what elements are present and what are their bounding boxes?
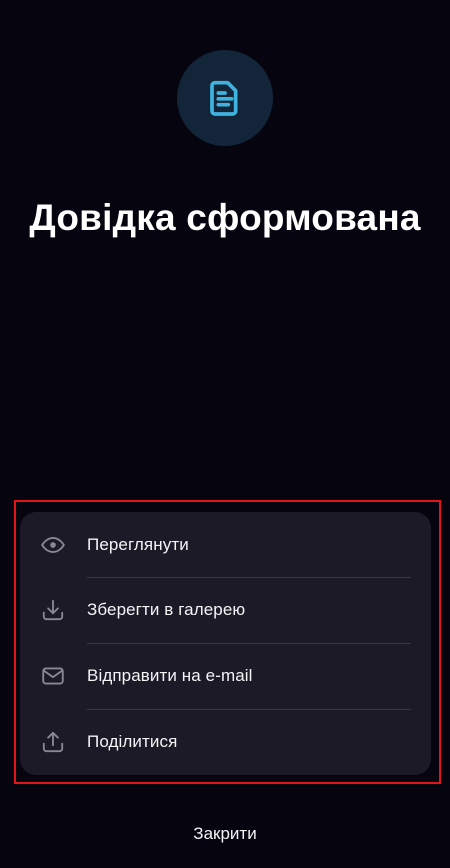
eye-icon [40,532,66,558]
document-icon [210,80,238,116]
share-icon [40,729,66,755]
share-label: Поділитися [87,732,178,751]
view-label: Переглянути [87,534,189,554]
close-button[interactable]: Закрити [0,824,450,844]
mail-icon [40,663,66,689]
share-button[interactable]: Поділитися [20,709,431,775]
download-icon [40,597,66,623]
save-to-gallery-button[interactable]: Зберегти в галерею [20,577,431,643]
save-to-gallery-label: Зберегти в галерею [87,600,246,619]
actions-menu: Переглянути Зберегти в галерею Відправит… [20,512,431,775]
page-title: Довідка сформована [29,197,421,238]
send-email-label: Відправити на e-mail [87,666,253,685]
send-email-button[interactable]: Відправити на e-mail [20,643,431,709]
document-badge [177,50,273,146]
view-button[interactable]: Переглянути [20,512,431,577]
